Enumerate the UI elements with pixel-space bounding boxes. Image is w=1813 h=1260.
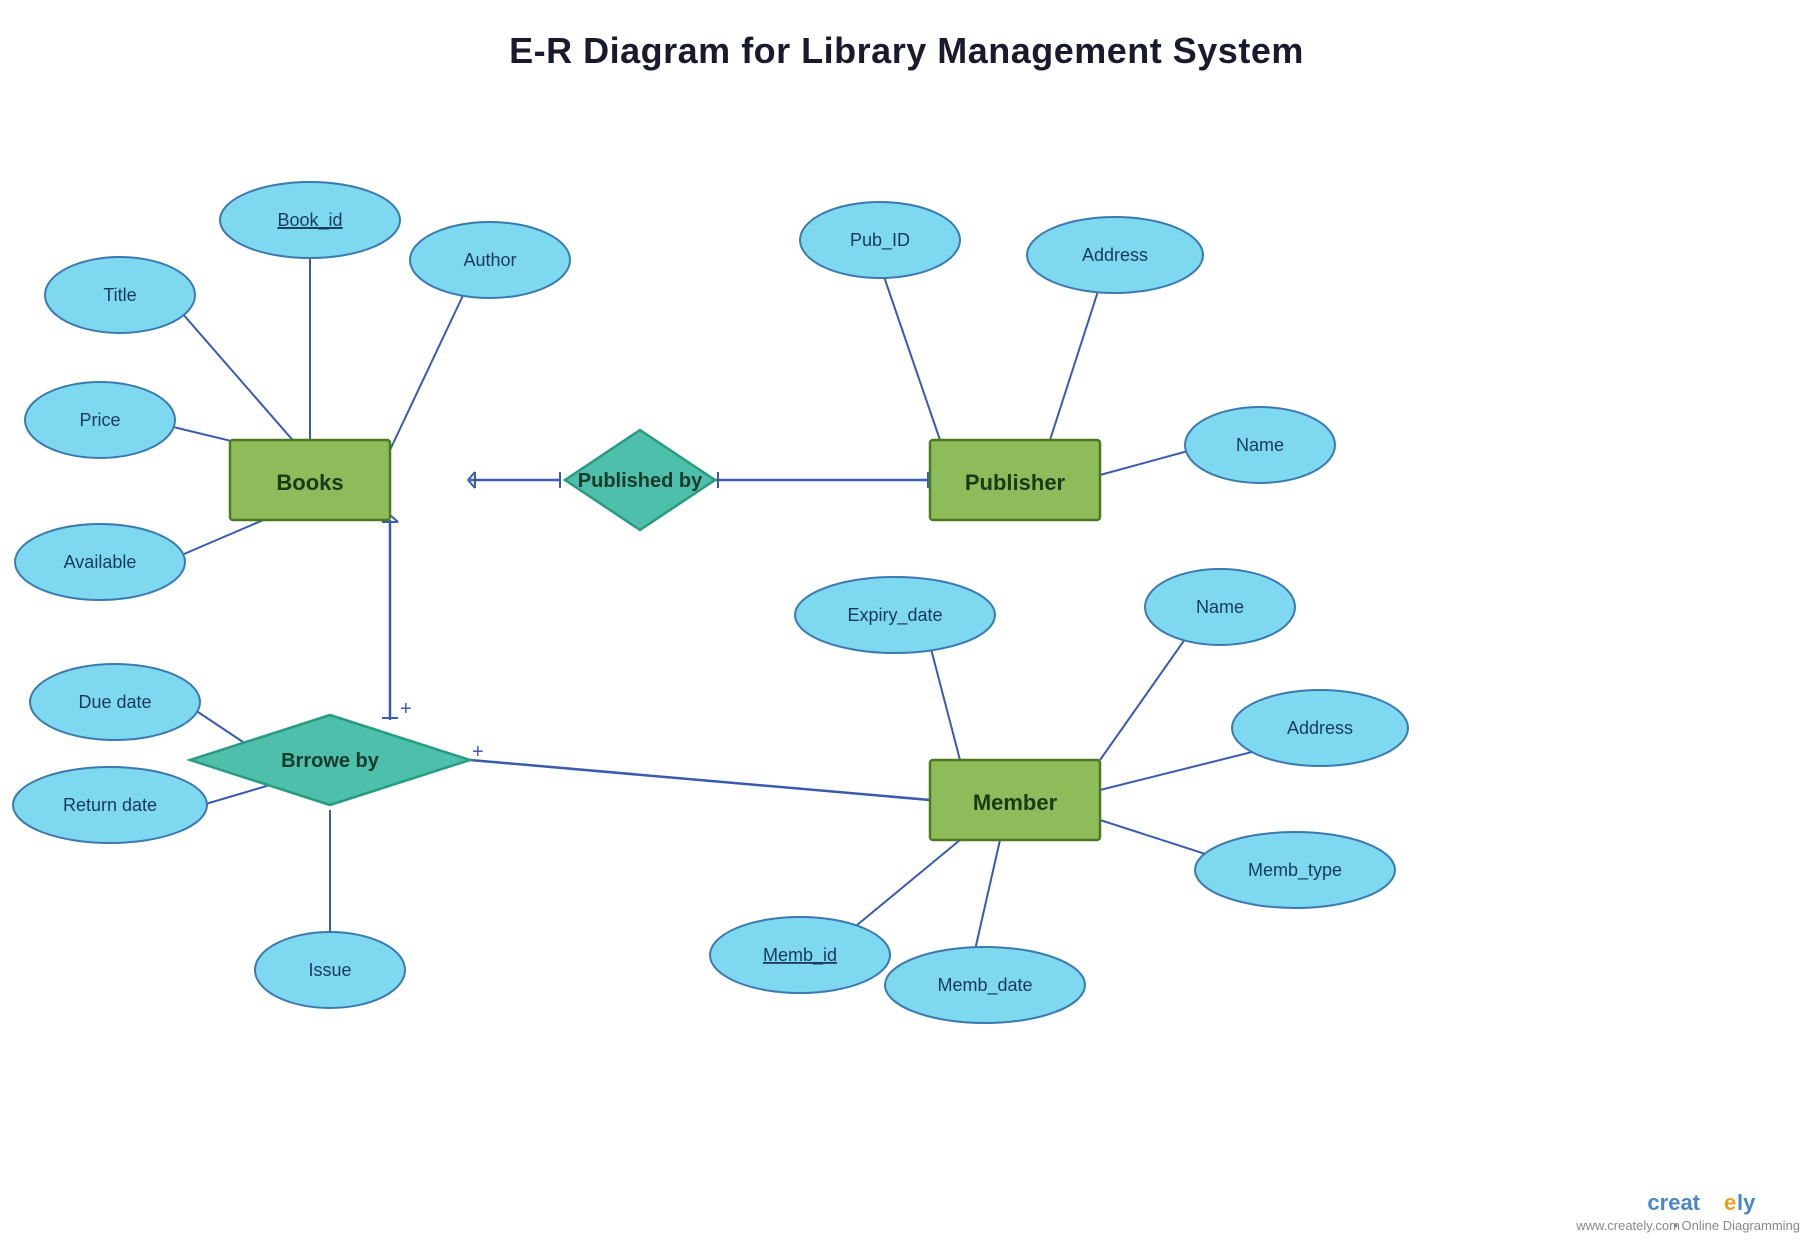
name-member-label: Name bbox=[1196, 597, 1244, 617]
books-entity-label: Books bbox=[276, 470, 343, 495]
memb-date-label: Memb_date bbox=[937, 975, 1032, 996]
watermark-dot: e bbox=[1724, 1190, 1736, 1215]
name-pub-label: Name bbox=[1236, 435, 1284, 455]
issue-label: Issue bbox=[308, 960, 351, 980]
published-by-label: Published by bbox=[578, 470, 703, 492]
svg-text:+: + bbox=[472, 741, 484, 763]
author-label: Author bbox=[463, 250, 516, 270]
watermark-tagline: • Online Diagramming bbox=[1673, 1218, 1800, 1233]
price-label: Price bbox=[79, 410, 120, 430]
due-date-label: Due date bbox=[78, 692, 151, 712]
watermark-url: www.creately.com bbox=[1575, 1218, 1680, 1233]
publisher-entity-label: Publisher bbox=[965, 470, 1066, 495]
expiry-date-label: Expiry_date bbox=[847, 605, 942, 626]
watermark-brand-end: ly bbox=[1737, 1190, 1756, 1215]
available-label: Available bbox=[64, 552, 137, 572]
pub-id-label: Pub_ID bbox=[850, 230, 910, 251]
brrowe-by-label: Brrowe by bbox=[281, 750, 380, 772]
return-date-label: Return date bbox=[63, 795, 157, 815]
memb-id-label: Memb_id bbox=[763, 945, 837, 966]
address-member-label: Address bbox=[1287, 718, 1353, 738]
title-label: Title bbox=[103, 285, 136, 305]
member-entity-label: Member bbox=[973, 790, 1058, 815]
watermark-brand: creat bbox=[1647, 1190, 1700, 1215]
memb-type-label: Memb_type bbox=[1248, 860, 1342, 881]
address-pub-label: Address bbox=[1082, 245, 1148, 265]
svg-text:+: + bbox=[400, 698, 412, 720]
book-id-label: Book_id bbox=[277, 210, 342, 231]
